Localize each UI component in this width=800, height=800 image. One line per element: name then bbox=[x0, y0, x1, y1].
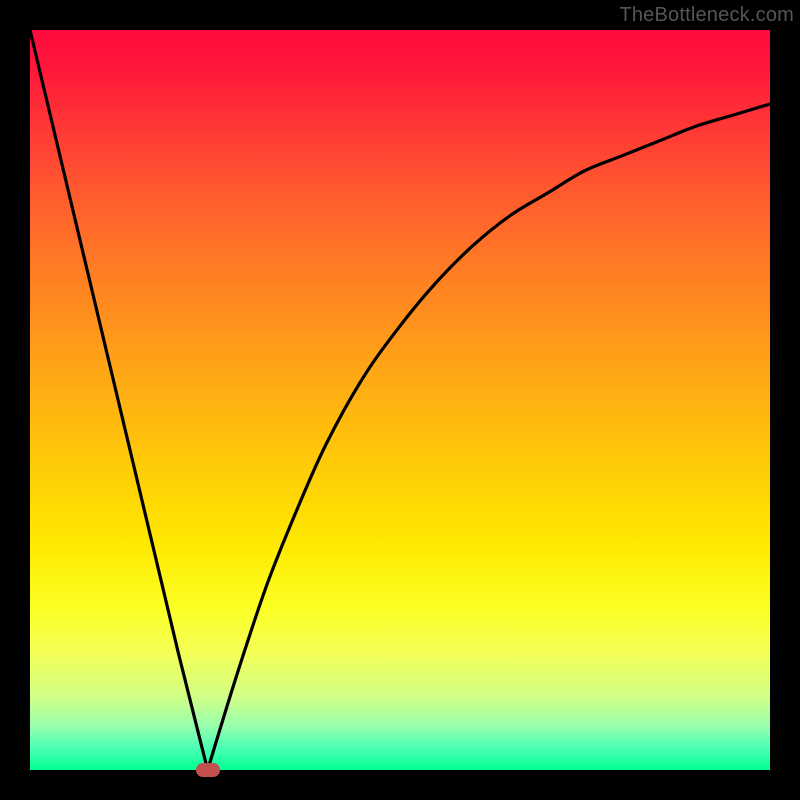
minimum-marker bbox=[196, 763, 220, 777]
bottleneck-curve bbox=[30, 30, 770, 770]
chart-frame: TheBottleneck.com bbox=[0, 0, 800, 800]
watermark-text: TheBottleneck.com bbox=[619, 4, 794, 27]
curve-path bbox=[30, 30, 770, 770]
plot-area bbox=[30, 30, 770, 770]
